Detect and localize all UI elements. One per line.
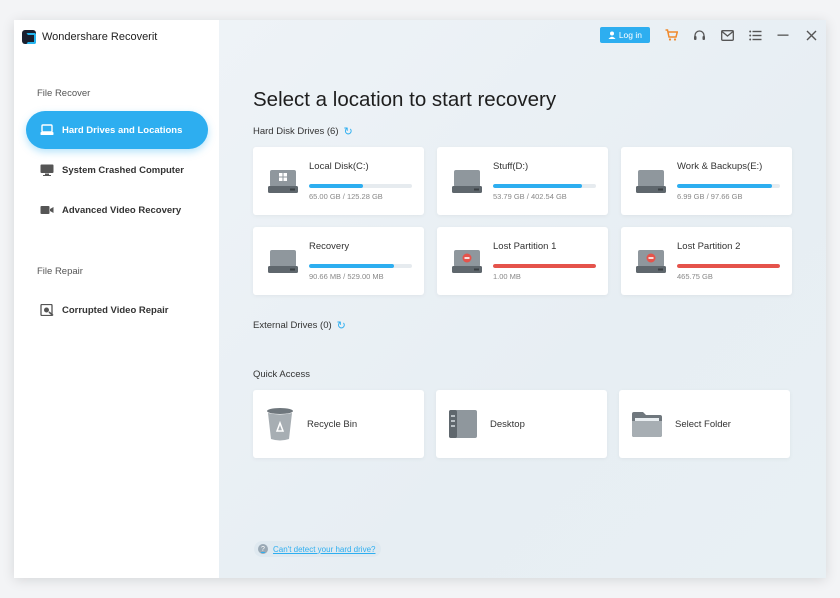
- sidebar-item-label: Advanced Video Recovery: [62, 204, 182, 216]
- mail-icon[interactable]: [720, 28, 734, 42]
- sidebar-item-label: Hard Drives and Locations: [62, 124, 183, 136]
- quick-access-label: Quick Access: [253, 369, 311, 380]
- refresh-icon[interactable]: ↻: [344, 125, 353, 138]
- drive-name: Stuff(D:): [493, 161, 529, 172]
- drive-card[interactable]: Lost Partition 1 1.00 MB: [437, 227, 608, 295]
- lost-drive-icon: [452, 250, 482, 273]
- drive-size: 90.66 MB / 529.00 MB: [309, 272, 384, 281]
- usage-bar: [493, 184, 596, 188]
- hard-drive-icon: [40, 124, 54, 135]
- drive-icon: [268, 250, 298, 273]
- drive-size: 65.00 GB / 125.28 GB: [309, 192, 383, 201]
- usage-bar-fill: [677, 264, 780, 268]
- folder-icon: [632, 412, 662, 437]
- main-panel: Log in Select a location to start recove…: [219, 20, 826, 578]
- drive-icon: [636, 170, 666, 193]
- recoverit-logo-icon: [22, 30, 36, 44]
- desktop-icon: [449, 410, 477, 438]
- app-window: Wondershare Recoverit File Recover Hard …: [14, 20, 826, 578]
- drive-size: 6.99 GB / 97.66 GB: [677, 192, 743, 201]
- close-icon[interactable]: [804, 28, 818, 42]
- quick-access-header: Quick Access: [253, 369, 310, 380]
- external-drives-label: External Drives (0): [253, 320, 332, 331]
- windows-drive-icon: [268, 170, 298, 193]
- quick-access-select-folder[interactable]: Select Folder: [619, 390, 790, 458]
- drive-card[interactable]: Recovery 90.66 MB / 529.00 MB: [253, 227, 424, 295]
- drive-name: Work & Backups(E:): [677, 161, 763, 172]
- hard-disk-drives-header: Hard Disk Drives (6) ↻: [253, 125, 353, 138]
- sidebar-item-label: Corrupted Video Repair: [62, 304, 169, 316]
- usage-bar: [493, 264, 596, 268]
- minimize-icon[interactable]: [776, 28, 790, 42]
- sidebar-item-label: System Crashed Computer: [62, 164, 184, 176]
- usage-bar-fill: [493, 264, 596, 268]
- refresh-icon[interactable]: ↻: [337, 319, 346, 332]
- page-title: Select a location to start recovery: [253, 88, 557, 111]
- help-link-label: Can't detect your hard drive?: [273, 544, 376, 554]
- cart-icon[interactable]: [664, 28, 678, 42]
- sidebar-item-advanced-video[interactable]: Advanced Video Recovery: [26, 191, 208, 229]
- usage-bar: [309, 264, 412, 268]
- usage-bar-fill: [309, 264, 395, 268]
- video-camera-icon: [40, 206, 54, 214]
- lost-drive-icon: [636, 250, 666, 273]
- user-icon: [608, 31, 616, 39]
- login-label: Log in: [618, 30, 642, 40]
- headset-icon[interactable]: [692, 28, 706, 42]
- app-title: Wondershare Recoverit: [42, 31, 158, 43]
- sidebar-item-system-crashed[interactable]: System Crashed Computer: [26, 151, 208, 189]
- usage-bar: [309, 184, 412, 188]
- usage-bar: [677, 264, 780, 268]
- drive-card[interactable]: Work & Backups(E:) 6.99 GB / 97.66 GB: [621, 147, 792, 215]
- sidebar-item-corrupted-video-repair[interactable]: Corrupted Video Repair: [26, 291, 208, 329]
- drive-size: 1.00 MB: [493, 272, 521, 281]
- usage-bar-fill: [493, 184, 582, 188]
- drive-name: Lost Partition 2: [677, 241, 741, 252]
- section-label-file-recover: File Recover: [37, 88, 91, 99]
- login-button[interactable]: Log in: [599, 27, 650, 43]
- section-label-file-repair: File Repair: [37, 266, 83, 277]
- drive-name: Local Disk(C:): [309, 161, 369, 172]
- cant-detect-drive-link[interactable]: ? Can't detect your hard drive?: [254, 541, 382, 557]
- app-brand: Wondershare Recoverit: [22, 30, 157, 44]
- usage-bar: [677, 184, 780, 188]
- drive-name: Lost Partition 1: [493, 241, 557, 252]
- drive-name: Recovery: [309, 241, 350, 252]
- external-drives-header: External Drives (0) ↻: [253, 319, 346, 332]
- sidebar: Wondershare Recoverit File Recover Hard …: [14, 20, 219, 578]
- menu-icon[interactable]: [748, 28, 762, 42]
- drive-icon: [452, 170, 482, 193]
- question-icon: ?: [258, 544, 268, 554]
- hard-disk-drives-label: Hard Disk Drives (6): [253, 126, 339, 137]
- drive-card[interactable]: Local Disk(C:) 65.00 GB / 125.28 GB: [253, 147, 424, 215]
- recycle-bin-icon: [267, 408, 293, 441]
- sidebar-item-hard-drives[interactable]: Hard Drives and Locations: [26, 111, 208, 149]
- drive-size: 53.79 GB / 402.54 GB: [493, 192, 567, 201]
- title-bar-controls: Log in: [599, 27, 818, 43]
- monitor-icon: [40, 164, 54, 176]
- video-repair-icon: [40, 304, 54, 316]
- drive-card[interactable]: Lost Partition 2 465.75 GB: [621, 227, 792, 295]
- drive-card[interactable]: Stuff(D:) 53.79 GB / 402.54 GB: [437, 147, 608, 215]
- quick-access-label: Recycle Bin: [307, 418, 358, 430]
- usage-bar-fill: [677, 184, 772, 188]
- quick-access-recycle-bin[interactable]: Recycle Bin: [253, 390, 424, 458]
- drive-size: 465.75 GB: [677, 272, 713, 281]
- quick-access-label: Select Folder: [675, 418, 731, 430]
- quick-access-desktop[interactable]: Desktop: [436, 390, 607, 458]
- quick-access-label: Desktop: [490, 418, 525, 430]
- usage-bar-fill: [309, 184, 363, 188]
